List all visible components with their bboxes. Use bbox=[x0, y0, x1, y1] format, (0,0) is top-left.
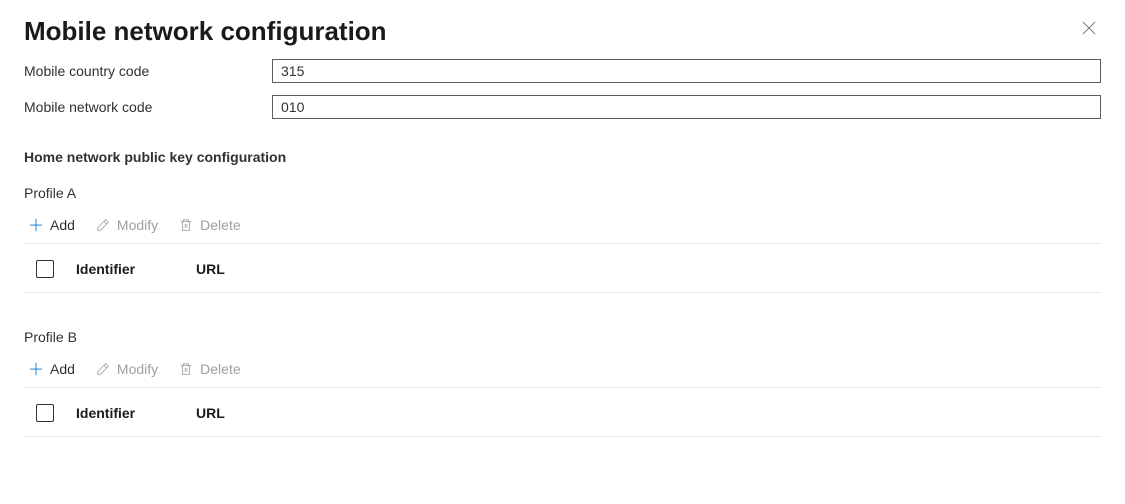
profile-b-modify-button[interactable]: Modify bbox=[91, 357, 162, 381]
profile-a-delete-button[interactable]: Delete bbox=[174, 213, 244, 237]
add-label: Add bbox=[50, 217, 75, 233]
mnc-input[interactable] bbox=[272, 95, 1101, 119]
modify-label: Modify bbox=[117, 217, 158, 233]
close-button[interactable] bbox=[1073, 14, 1105, 46]
profile-a-select-all-checkbox[interactable] bbox=[36, 260, 54, 278]
profile-b-col-identifier[interactable]: Identifier bbox=[76, 405, 196, 421]
profile-a-modify-button[interactable]: Modify bbox=[91, 213, 162, 237]
profile-a-col-identifier[interactable]: Identifier bbox=[76, 261, 196, 277]
profile-a-col-url[interactable]: URL bbox=[196, 261, 225, 277]
section-heading: Home network public key configuration bbox=[24, 149, 1101, 165]
profile-b-toolbar: Add Modify Delete bbox=[24, 357, 1101, 388]
mcc-label: Mobile country code bbox=[24, 63, 272, 79]
profile-b-select-all-cell bbox=[36, 404, 76, 422]
mcc-row: Mobile country code bbox=[24, 59, 1101, 83]
trash-icon bbox=[178, 361, 194, 377]
modify-label: Modify bbox=[117, 361, 158, 377]
pencil-icon bbox=[95, 361, 111, 377]
profile-b-label: Profile B bbox=[24, 329, 1101, 345]
profile-b-delete-button[interactable]: Delete bbox=[174, 357, 244, 381]
add-label: Add bbox=[50, 361, 75, 377]
panel-header: Mobile network configuration bbox=[24, 16, 1101, 47]
profile-b-add-button[interactable]: Add bbox=[24, 357, 79, 381]
profile-a-label: Profile A bbox=[24, 185, 1101, 201]
delete-label: Delete bbox=[200, 361, 240, 377]
close-icon bbox=[1082, 21, 1096, 38]
profile-b-col-url[interactable]: URL bbox=[196, 405, 225, 421]
profile-a-add-button[interactable]: Add bbox=[24, 213, 79, 237]
mobile-network-config-panel: Mobile network configuration Mobile coun… bbox=[0, 0, 1125, 461]
panel-title: Mobile network configuration bbox=[24, 16, 387, 47]
mnc-row: Mobile network code bbox=[24, 95, 1101, 119]
profile-a-table-header: Identifier URL bbox=[24, 244, 1101, 293]
mnc-label: Mobile network code bbox=[24, 99, 272, 115]
plus-icon bbox=[28, 217, 44, 233]
profile-a-select-all-cell bbox=[36, 260, 76, 278]
profile-b-select-all-checkbox[interactable] bbox=[36, 404, 54, 422]
profile-b-table-header: Identifier URL bbox=[24, 388, 1101, 437]
trash-icon bbox=[178, 217, 194, 233]
plus-icon bbox=[28, 361, 44, 377]
mcc-input[interactable] bbox=[272, 59, 1101, 83]
profile-a-toolbar: Add Modify Delete bbox=[24, 213, 1101, 244]
pencil-icon bbox=[95, 217, 111, 233]
delete-label: Delete bbox=[200, 217, 240, 233]
